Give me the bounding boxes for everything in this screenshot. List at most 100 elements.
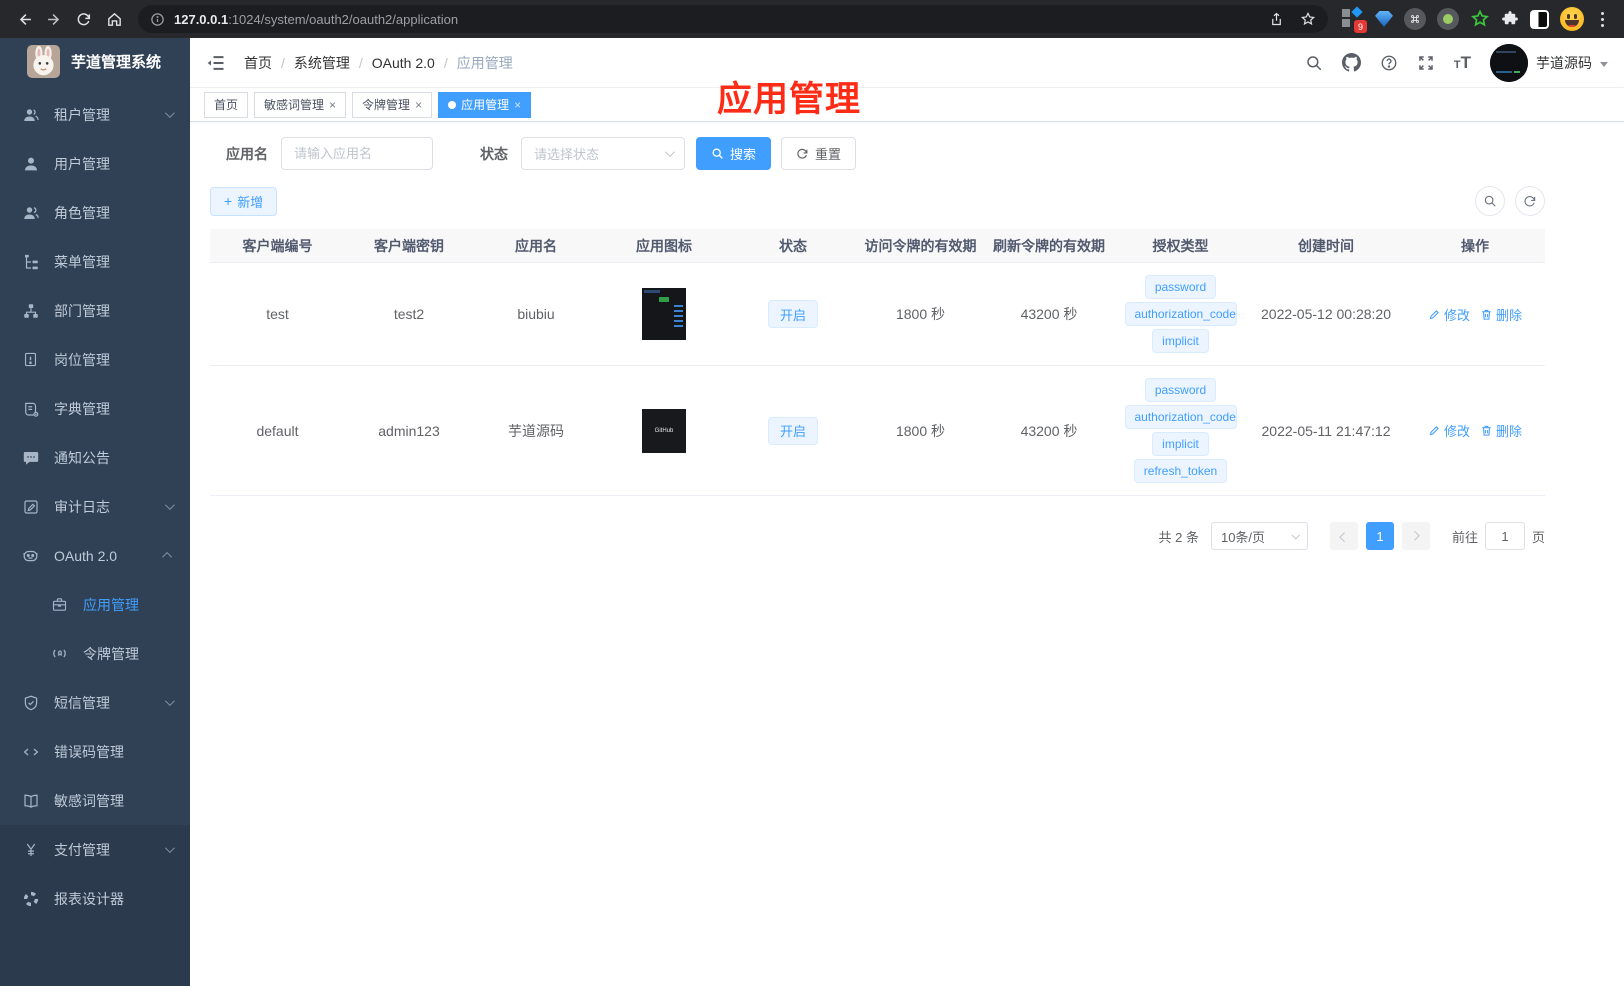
org-chart-icon: [21, 301, 40, 320]
tab-manager-ext-icon[interactable]: 9: [1342, 6, 1367, 33]
page-size-select[interactable]: 10条/页: [1210, 522, 1308, 550]
star-ext-icon[interactable]: [1470, 9, 1490, 29]
tab-label: 首页: [214, 98, 239, 112]
tab-item[interactable]: 首页: [204, 91, 249, 118]
toggle-search-button[interactable]: [1475, 186, 1505, 216]
page-1-button[interactable]: 1: [1365, 522, 1394, 550]
column-header: 客户端编号: [242, 237, 313, 254]
sidebar-item-label: 令牌管理: [83, 645, 139, 662]
site-info-icon[interactable]: [150, 12, 165, 27]
breadcrumb-separator: /: [443, 54, 448, 71]
delete-label: 删除: [1496, 424, 1523, 439]
breadcrumb-item[interactable]: 系统管理: [294, 53, 350, 73]
sidebar-item-label: 支付管理: [54, 841, 110, 858]
user-avatar: [1490, 43, 1528, 82]
search-button[interactable]: 搜索: [696, 137, 772, 170]
goto-page-input[interactable]: [1484, 522, 1525, 550]
user-menu[interactable]: 芋道源码: [1490, 43, 1608, 82]
help-icon[interactable]: [1380, 54, 1398, 72]
tab-close-icon[interactable]: [415, 99, 422, 111]
sidebar-item-label: 岗位管理: [54, 351, 110, 368]
sidebar-item-notice-comment[interactable]: 通知公告: [0, 433, 190, 482]
sidebar-item-report-designer[interactable]: 报表设计器: [0, 874, 190, 923]
search-button-label: 搜索: [730, 147, 757, 162]
sidebar-item-post-badge[interactable]: 岗位管理: [0, 335, 190, 384]
sidebar-item-dict-book[interactable]: 字典管理: [0, 384, 190, 433]
reset-button-label: 重置: [815, 147, 842, 162]
table-cell: 2022-05-11 21:47:12: [1247, 423, 1405, 439]
puzzle-extensions-icon[interactable]: [1501, 10, 1519, 28]
sidebar-collapse-icon[interactable]: [206, 52, 228, 74]
table-cell: GitHub: [599, 408, 729, 453]
splitview-icon[interactable]: [1530, 9, 1549, 29]
app-logo[interactable]: 芋道管理系统: [0, 38, 190, 84]
app-name-input[interactable]: [281, 137, 433, 170]
sidebar-item-menu-tree[interactable]: 菜单管理: [0, 237, 190, 286]
cell-client-secret: admin123: [378, 422, 440, 439]
sidebar-item-user[interactable]: 用户管理: [0, 139, 190, 188]
tab-item[interactable]: 令牌管理: [352, 91, 433, 118]
status-badge[interactable]: 开启: [767, 416, 818, 445]
breadcrumb-item: 应用管理: [456, 54, 513, 71]
search-form: 应用名 状态 请选择状态 搜索 重置: [226, 137, 1604, 170]
add-button-label: 新增: [237, 194, 264, 210]
header-search-icon[interactable]: [1305, 54, 1323, 72]
status-select[interactable]: 请选择状态: [521, 137, 685, 170]
sidebar-item-sensitive-book[interactable]: 敏感词管理: [0, 776, 190, 825]
tab-close-icon[interactable]: [329, 99, 336, 111]
sidebar-item-tenant-users[interactable]: 租户管理: [0, 90, 190, 139]
browser-home-icon[interactable]: [100, 5, 128, 33]
sidebar-item-audit-log[interactable]: 审计日志: [0, 482, 190, 531]
cell-app-name: biubiu: [517, 306, 555, 322]
sidebar-item-token-signal[interactable]: 令牌管理: [0, 629, 190, 678]
edit-link[interactable]: 修改: [1428, 305, 1470, 324]
column-header: 创建时间: [1298, 237, 1354, 254]
address-bar[interactable]: 127.0.0.1:1024/system/oauth2/oauth2/appl…: [138, 5, 1328, 33]
sidebar-item-sms-shield[interactable]: 短信管理: [0, 678, 190, 727]
profile-avatar[interactable]: [1560, 7, 1584, 31]
command-ext-icon[interactable]: [1404, 8, 1426, 30]
browser-menu-dots-icon[interactable]: [1595, 11, 1610, 27]
gem-ext-icon[interactable]: [1375, 11, 1393, 27]
record-ext-icon[interactable]: [1437, 8, 1459, 30]
next-page-button[interactable]: [1401, 522, 1430, 550]
sidebar-item-errcode[interactable]: 错误码管理: [0, 727, 190, 776]
tab-active[interactable]: 应用管理: [438, 91, 532, 118]
sidebar-item-label: 用户管理: [54, 155, 110, 172]
table-cell: 芋道源码: [473, 421, 599, 441]
sidebar-item-label: 部门管理: [54, 302, 110, 319]
add-button[interactable]: 新增: [210, 186, 278, 216]
delete-link[interactable]: 删除: [1480, 421, 1522, 440]
refresh-table-button[interactable]: [1515, 186, 1545, 216]
sidebar-item-org-chart[interactable]: 部门管理: [0, 286, 190, 335]
goto-label: 前往: [1451, 529, 1478, 545]
reset-button[interactable]: 重置: [781, 137, 857, 170]
table-cell: 修改 删除: [1405, 305, 1545, 324]
browser-back-icon[interactable]: [10, 5, 38, 33]
bookmark-star-icon[interactable]: [1300, 11, 1316, 27]
github-icon[interactable]: [1341, 53, 1361, 72]
delete-label: 删除: [1496, 307, 1523, 323]
breadcrumb-item[interactable]: OAuth 2.0: [372, 55, 435, 71]
sidebar-item-oauth-robot[interactable]: OAuth 2.0: [0, 531, 190, 580]
font-size-icon[interactable]: TT: [1454, 53, 1471, 73]
sidebar: 芋道管理系统 租户管理用户管理角色管理 菜单管理部门管理岗位管理字典管理 通知公告审…: [0, 38, 190, 986]
tab-label: 敏感词管理: [264, 98, 325, 112]
sidebar-item-app-briefcase[interactable]: 应用管理: [0, 580, 190, 629]
delete-link[interactable]: 删除: [1480, 305, 1522, 324]
breadcrumb-item[interactable]: 首页: [244, 53, 272, 73]
share-icon[interactable]: [1269, 12, 1284, 27]
cell-client-secret: test2: [393, 306, 425, 322]
sidebar-item-role-users[interactable]: 角色管理: [0, 188, 190, 237]
fullscreen-icon[interactable]: [1417, 54, 1435, 72]
audit-log-icon: [21, 497, 40, 516]
browser-reload-icon[interactable]: [70, 5, 98, 33]
cell-create-time: 2022-05-11 21:47:12: [1261, 422, 1391, 439]
browser-forward-icon[interactable]: [40, 5, 68, 33]
tab-close-icon[interactable]: [514, 99, 521, 111]
edit-link[interactable]: 修改: [1428, 421, 1470, 440]
prev-page-button[interactable]: [1329, 522, 1358, 550]
tab-item[interactable]: 敏感词管理: [254, 91, 347, 118]
status-badge[interactable]: 开启: [767, 300, 818, 328]
sidebar-item-pay-yen[interactable]: 支付管理: [0, 825, 190, 874]
